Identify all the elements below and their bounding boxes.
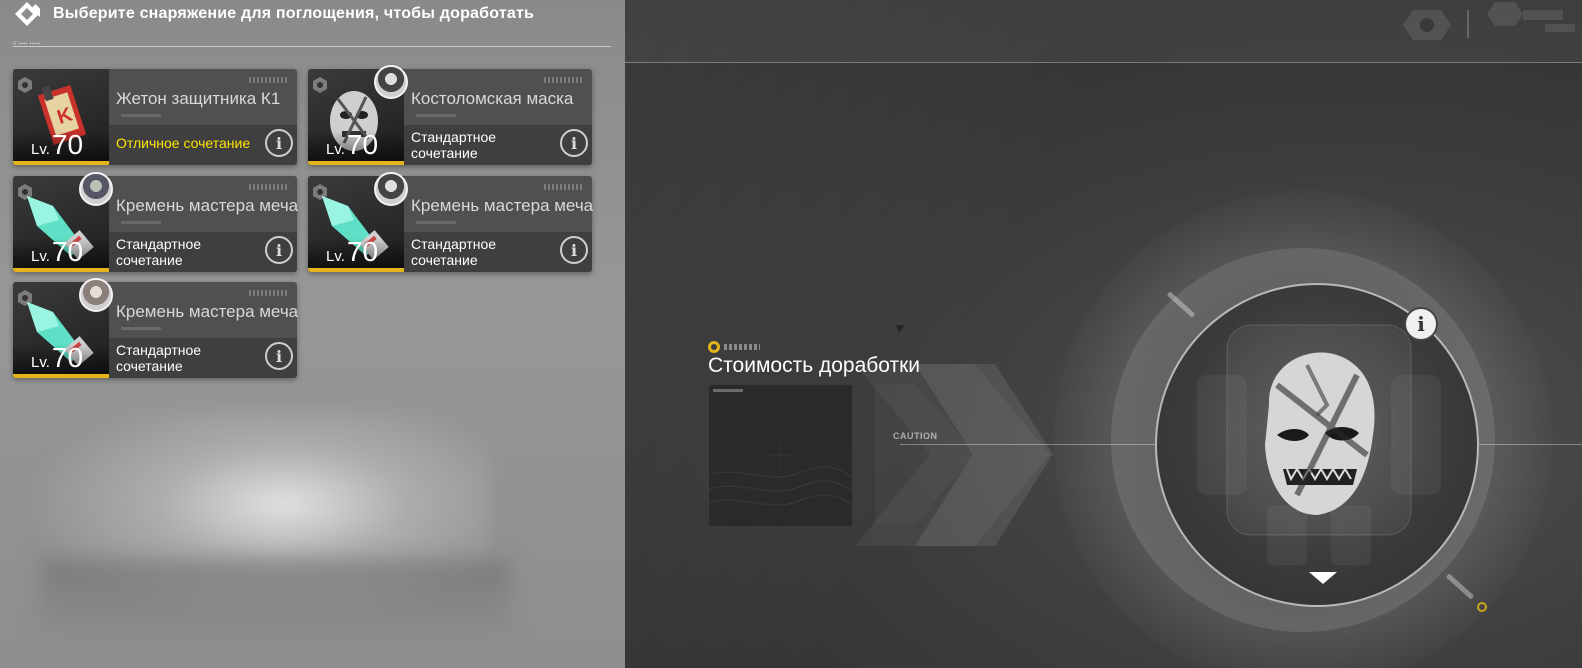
info-icon: i xyxy=(275,133,283,153)
level-label: Lv. xyxy=(326,248,345,265)
character-avatar xyxy=(79,278,113,312)
level-display: Lv. 70 xyxy=(31,238,83,266)
equipment-name: Кремень мастера меча xyxy=(116,196,299,215)
equipment-info-button[interactable]: i xyxy=(1404,307,1438,341)
info-icon: i xyxy=(1417,312,1425,336)
rarity-bar xyxy=(308,268,404,272)
info-icon: i xyxy=(275,240,283,260)
header-divider xyxy=(13,46,611,47)
equipment-card[interactable]: K Lv. 70 Жетон защитника К1 Отличное соч… xyxy=(13,69,297,165)
match-status: Отличное сочетание xyxy=(116,135,251,151)
level-display: Lv. 70 xyxy=(326,131,378,159)
expand-down-icon[interactable] xyxy=(1309,572,1337,584)
gear-hex-icon xyxy=(18,290,32,306)
level-value: 70 xyxy=(346,129,379,160)
topographic-pattern-icon xyxy=(709,440,852,506)
level-value: 70 xyxy=(51,129,84,160)
equipment-card[interactable]: Lv. 70 Кремень мастера меча Стандартное … xyxy=(308,172,594,272)
equipment-name: Кремень мастера меча xyxy=(411,196,594,215)
match-status: Стандартное сочетание xyxy=(411,236,497,268)
equipment-selection-panel: Выберите снаряжение для поглощения, чтоб… xyxy=(0,0,625,668)
match-status: Стандартное сочетание xyxy=(116,342,202,374)
level-label: Lv. xyxy=(31,141,50,158)
level-label: Lv. xyxy=(326,141,345,158)
caution-label: CAUTION xyxy=(893,431,938,441)
gear-hex-icon xyxy=(313,77,327,93)
level-value: 70 xyxy=(51,236,84,267)
equipment-thumbnail: K Lv. 70 xyxy=(13,69,109,165)
panel-title: Выберите снаряжение для поглощения, чтоб… xyxy=(53,5,535,22)
info-button[interactable]: i xyxy=(560,236,588,264)
refine-logo-icon xyxy=(15,2,40,26)
match-status: Стандартное сочетание xyxy=(116,236,202,268)
gear-hex-icon xyxy=(313,184,327,200)
gear-hex-icon xyxy=(18,77,32,93)
level-display: Lv. 70 xyxy=(326,238,378,266)
equipment-card[interactable]: Lv. 70 Кремень мастера меча Стандартное … xyxy=(13,278,299,378)
rarity-bar xyxy=(13,374,109,378)
refine-preview-panel: Стоимость доработки CAUTION i xyxy=(625,0,1582,668)
character-avatar xyxy=(374,172,408,206)
panel-header: Выберите снаряжение для поглощения, чтоб… xyxy=(14,0,534,28)
decorative-gear-icons xyxy=(1403,2,1575,40)
info-button[interactable]: i xyxy=(265,236,293,264)
equipment-card[interactable]: Lv. 70 Костоломская маска Стандартное со… xyxy=(308,65,592,165)
info-button[interactable]: i xyxy=(265,129,293,157)
character-avatar xyxy=(79,172,113,206)
info-button[interactable]: i xyxy=(265,342,293,370)
match-status: Стандартное сочетание xyxy=(411,129,497,161)
level-label: Lv. xyxy=(31,354,50,371)
refine-cost-slot xyxy=(708,384,853,527)
level-value: 70 xyxy=(51,342,84,373)
level-display: Lv. 70 xyxy=(31,131,83,159)
level-display: Lv. 70 xyxy=(31,344,83,372)
rarity-bar xyxy=(13,161,109,165)
info-icon: i xyxy=(275,346,283,366)
cost-marker-icon xyxy=(708,341,720,353)
equipment-name: Кремень мастера меча xyxy=(116,302,299,321)
equipment-name: Костоломская маска xyxy=(411,89,574,108)
info-icon: i xyxy=(570,240,578,260)
level-value: 70 xyxy=(346,236,379,267)
gear-hex-icon xyxy=(18,184,32,200)
rarity-bar xyxy=(308,161,404,165)
equipment-card[interactable]: Lv. 70 Кремень мастера меча Стандартное … xyxy=(13,172,299,272)
chevron-arrow-icon xyxy=(855,364,1053,546)
rarity-bar xyxy=(13,268,109,272)
level-label: Lv. xyxy=(31,248,50,265)
equipment-name: Жетон защитника К1 xyxy=(116,89,281,108)
character-avatar xyxy=(374,65,408,99)
info-icon: i xyxy=(570,133,578,153)
info-button[interactable]: i xyxy=(560,129,588,157)
